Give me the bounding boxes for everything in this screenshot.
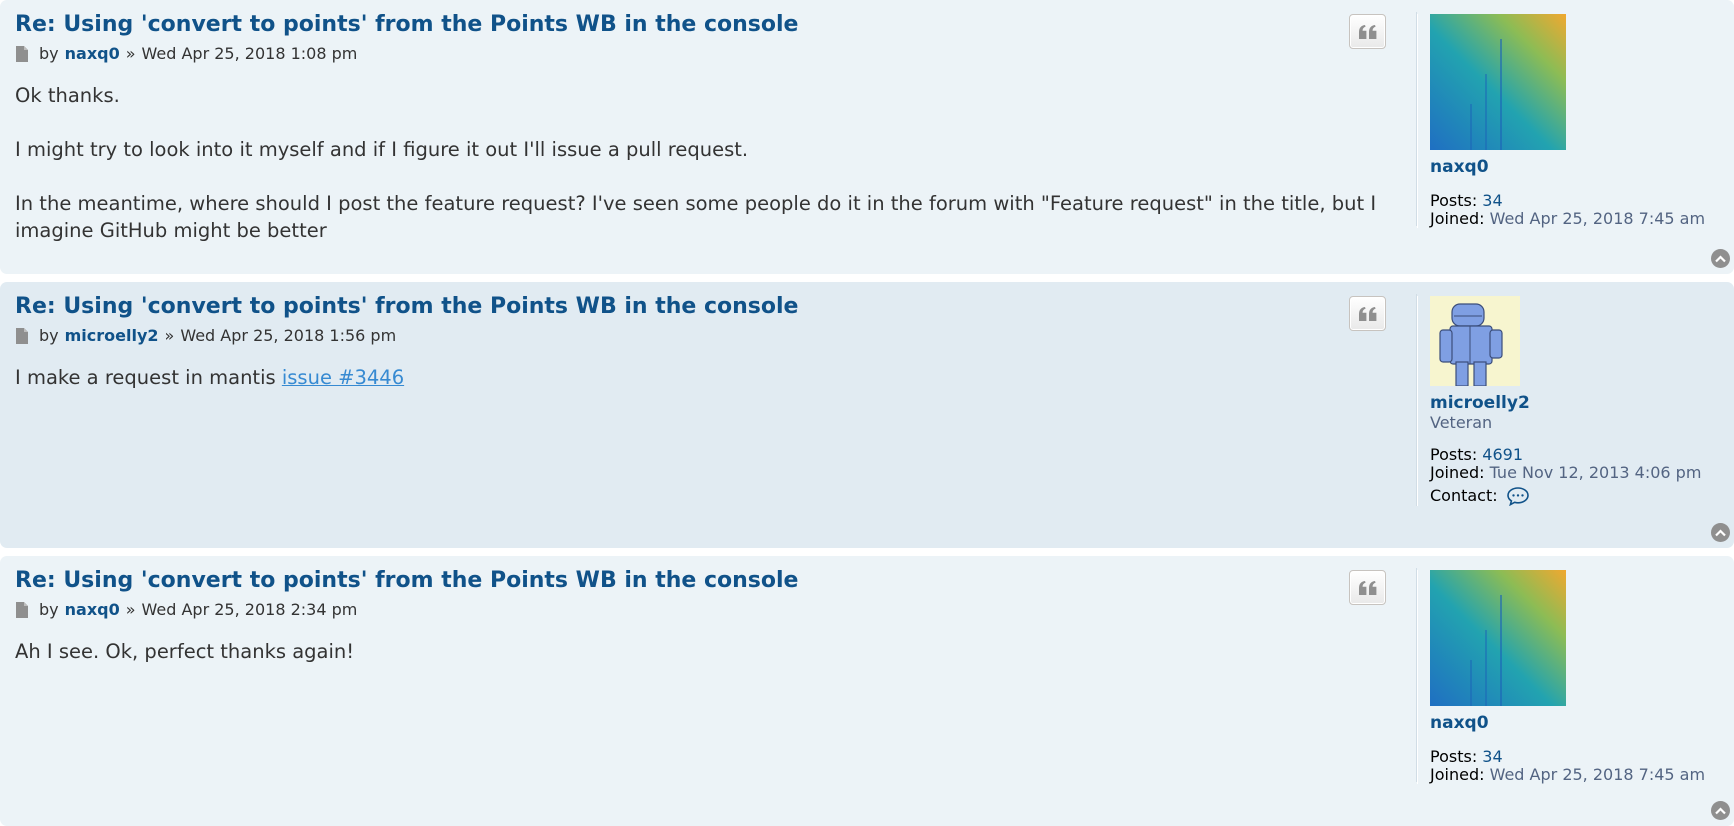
avatar[interactable]: [1430, 14, 1566, 150]
post-file-icon[interactable]: [15, 327, 29, 345]
author-link[interactable]: naxq0: [65, 44, 120, 64]
profile-joined: Joined: Tue Nov 12, 2013 4:06 pm: [1430, 464, 1727, 482]
back-to-top-button[interactable]: [1711, 523, 1730, 542]
post-content: Ah I see. Ok, perfect thanks again!: [15, 638, 1395, 665]
post-paragraph: I might try to look into it myself and i…: [15, 138, 749, 161]
profile-username[interactable]: naxq0: [1430, 712, 1727, 734]
post-paragraph: I make a request in mantis issue #3446: [15, 364, 1395, 391]
issue-link[interactable]: issue #3446: [282, 366, 404, 389]
quote-icon: [1358, 24, 1376, 39]
by-label: by: [39, 44, 59, 63]
profile-posts: Posts: 34: [1430, 748, 1727, 766]
contact-chat-icon[interactable]: [1506, 486, 1530, 506]
joined-label: Joined:: [1430, 463, 1485, 482]
post-paragraph: Ah I see. Ok, perfect thanks again!: [15, 640, 355, 663]
post-title-link[interactable]: Re: Using 'convert to points' from the P…: [15, 566, 1395, 596]
post-title-link[interactable]: Re: Using 'convert to points' from the P…: [15, 10, 1395, 40]
posts-label: Posts:: [1430, 747, 1478, 766]
back-to-top-button[interactable]: [1711, 801, 1730, 820]
back-to-top-button[interactable]: [1711, 249, 1730, 268]
post-author-line: by naxq0 » Wed Apr 25, 2018 2:34 pm: [15, 600, 1395, 620]
profile-contact: Contact:: [1430, 486, 1727, 506]
post: Re: Using 'convert to points' from the P…: [0, 282, 1734, 548]
post-profile: naxq0 Posts: 34 Joined: Wed Apr 25, 2018…: [1417, 570, 1727, 784]
post-paragraph: Ok thanks.: [15, 84, 120, 107]
joined-date: Tue Nov 12, 2013 4:06 pm: [1489, 463, 1702, 482]
posts-count-link[interactable]: 34: [1482, 191, 1502, 210]
separator: »: [164, 326, 175, 345]
post-content: Ok thanks. I might try to look into it m…: [15, 82, 1395, 244]
avatar[interactable]: [1430, 570, 1566, 706]
quote-button[interactable]: [1349, 14, 1386, 49]
profile-posts: Posts: 34: [1430, 192, 1727, 210]
post-title-link[interactable]: Re: Using 'convert to points' from the P…: [15, 292, 1395, 322]
back-to-top-icon: [1715, 254, 1726, 262]
post-date: Wed Apr 25, 2018 1:56 pm: [180, 326, 397, 345]
profile-joined: Joined: Wed Apr 25, 2018 7:45 am: [1430, 766, 1727, 784]
by-label: by: [39, 326, 59, 345]
posts-label: Posts:: [1430, 445, 1478, 464]
post-body: Re: Using 'convert to points' from the P…: [15, 10, 1395, 271]
separator: »: [125, 600, 136, 619]
separator: »: [125, 44, 136, 63]
joined-label: Joined:: [1430, 209, 1485, 228]
topic-posts: Re: Using 'convert to points' from the P…: [0, 0, 1734, 826]
quote-icon: [1358, 306, 1376, 321]
post: Re: Using 'convert to points' from the P…: [0, 556, 1734, 826]
post-file-icon[interactable]: [15, 45, 29, 63]
back-to-top-icon: [1715, 528, 1726, 536]
post-profile: naxq0 Posts: 34 Joined: Wed Apr 25, 2018…: [1417, 14, 1727, 228]
profile-posts: Posts: 4691: [1430, 446, 1727, 464]
by-label: by: [39, 600, 59, 619]
posts-count-link[interactable]: 4691: [1482, 445, 1523, 464]
post-body: Re: Using 'convert to points' from the P…: [15, 566, 1395, 692]
post-paragraph: In the meantime, where should I post the…: [15, 192, 1377, 242]
post-profile: microelly2 Veteran Posts: 4691 Joined: T…: [1417, 296, 1727, 506]
contact-label: Contact:: [1430, 486, 1498, 505]
joined-label: Joined:: [1430, 765, 1485, 784]
joined-date: Wed Apr 25, 2018 7:45 am: [1489, 765, 1706, 784]
joined-date: Wed Apr 25, 2018 7:45 am: [1489, 209, 1706, 228]
profile-username[interactable]: microelly2: [1430, 392, 1727, 414]
avatar[interactable]: [1430, 296, 1520, 386]
author-link[interactable]: naxq0: [65, 600, 120, 620]
post: Re: Using 'convert to points' from the P…: [0, 0, 1734, 274]
profile-rank: Veteran: [1430, 413, 1493, 432]
posts-count-link[interactable]: 34: [1482, 747, 1502, 766]
profile-joined: Joined: Wed Apr 25, 2018 7:45 am: [1430, 210, 1727, 228]
post-file-icon[interactable]: [15, 601, 29, 619]
back-to-top-icon: [1715, 806, 1726, 814]
post-text: I make a request in mantis: [15, 366, 282, 389]
posts-label: Posts:: [1430, 191, 1478, 210]
quote-button[interactable]: [1349, 296, 1386, 331]
post-date: Wed Apr 25, 2018 2:34 pm: [141, 600, 358, 619]
author-link[interactable]: microelly2: [65, 326, 159, 346]
quote-icon: [1358, 580, 1376, 595]
post-author-line: by naxq0 » Wed Apr 25, 2018 1:08 pm: [15, 44, 1395, 64]
post-body: Re: Using 'convert to points' from the P…: [15, 292, 1395, 418]
post-date: Wed Apr 25, 2018 1:08 pm: [141, 44, 358, 63]
post-author-line: by microelly2 » Wed Apr 25, 2018 1:56 pm: [15, 326, 1395, 346]
profile-username[interactable]: naxq0: [1430, 156, 1727, 178]
post-content: I make a request in mantis issue #3446: [15, 364, 1395, 391]
quote-button[interactable]: [1349, 570, 1386, 605]
